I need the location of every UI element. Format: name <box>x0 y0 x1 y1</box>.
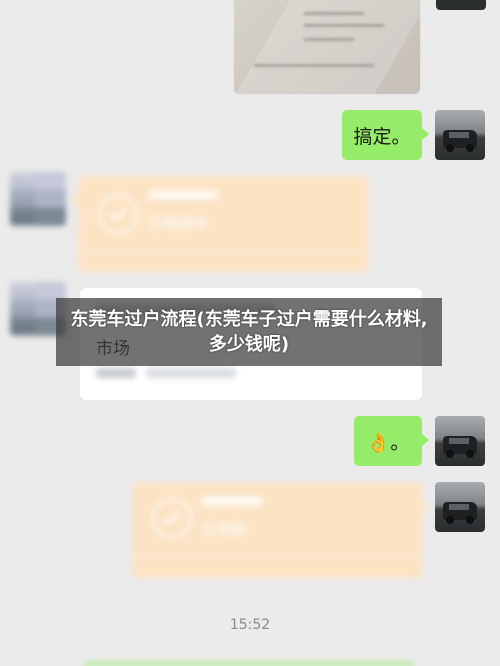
avatar-self[interactable] <box>435 482 485 532</box>
avatar-partial[interactable] <box>436 0 486 10</box>
check-circle-icon <box>152 498 192 538</box>
transfer-card-received[interactable]: 已被接收 <box>71 176 368 272</box>
message-text: 👌。 <box>366 431 410 454</box>
article-title: 东莞车过户流程(东莞车子过户需要什么材料,多少钱呢) <box>70 309 428 355</box>
article-title-banner: 东莞车过户流程(东莞车子过户需要什么材料,多少钱呢) <box>56 298 442 366</box>
car-window <box>449 504 469 510</box>
car-window <box>449 438 469 444</box>
transfer-divider <box>78 250 368 251</box>
check-circle-icon <box>98 194 138 234</box>
transfer-amount-hidden <box>148 190 218 200</box>
transfer-divider <box>132 556 422 557</box>
car-wheel <box>466 144 474 152</box>
card-subtitle-hidden <box>96 368 136 378</box>
avatar-self[interactable] <box>435 416 485 466</box>
transfer-amount-hidden <box>202 496 262 506</box>
chat-timestamp: 15:52 <box>229 617 271 633</box>
document-photo-message[interactable] <box>234 0 420 94</box>
message-bubble-ok[interactable]: 👌。 <box>354 416 429 466</box>
transfer-status-label: 已被接收 <box>148 214 209 232</box>
transfer-card-collected[interactable]: 已收款 <box>132 482 429 578</box>
car-wheel <box>466 516 474 524</box>
avatar-contact[interactable] <box>10 172 66 226</box>
document-text-line <box>254 64 374 67</box>
car-window <box>449 132 469 138</box>
car-wheel <box>446 144 454 152</box>
document-text-line <box>304 24 384 27</box>
message-bubble-done[interactable]: 搞定。 <box>342 110 429 160</box>
transfer-status-label: 已收款 <box>202 520 248 538</box>
car-wheel <box>446 450 454 458</box>
document-text-line <box>304 38 354 41</box>
document-text-line <box>304 12 364 15</box>
next-message-edge <box>84 662 414 666</box>
car-wheel <box>466 450 474 458</box>
message-text: 搞定。 <box>353 125 411 148</box>
avatar-self[interactable] <box>435 110 485 160</box>
car-wheel <box>446 516 454 524</box>
card-subtitle-hidden <box>146 368 236 378</box>
